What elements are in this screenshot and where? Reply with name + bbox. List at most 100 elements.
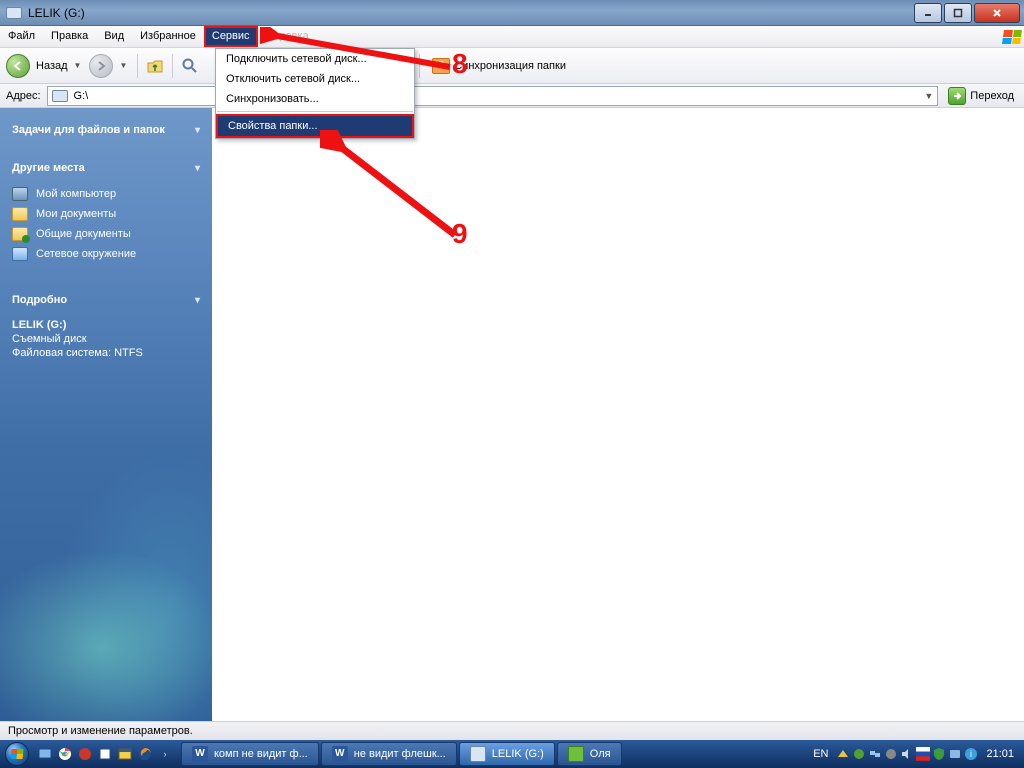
place-label: Сетевое окружение <box>36 248 136 260</box>
tray-volume-icon[interactable] <box>900 747 914 761</box>
address-label: Адрес: <box>6 90 41 102</box>
tray-network-icon[interactable] <box>868 747 882 761</box>
address-value: G:\ <box>74 90 89 102</box>
network-icon <box>12 247 28 261</box>
menu-file[interactable]: Файл <box>0 26 43 47</box>
word-icon: W <box>192 746 208 762</box>
details-header-label: Подробно <box>12 294 67 306</box>
quicklaunch-app-icon[interactable] <box>96 745 114 763</box>
menu-edit[interactable]: Правка <box>43 26 96 47</box>
language-indicator[interactable]: EN <box>807 748 834 760</box>
task-item-label: LELIK (G:) <box>492 748 544 760</box>
taskbar: › W комп не видит ф... W не видит флешк.… <box>0 740 1024 768</box>
toolbar-divider <box>419 54 420 78</box>
go-arrow-icon <box>948 87 966 105</box>
place-label: Мои документы <box>36 208 116 220</box>
quicklaunch-firefox-icon[interactable] <box>136 745 154 763</box>
task-item-label: Оля <box>590 748 611 760</box>
sync-label: Синхронизация папки <box>454 60 566 72</box>
back-dropdown-chevron-icon[interactable]: ▼ <box>74 61 84 70</box>
address-field[interactable]: G:\ ▼ <box>47 86 939 106</box>
sync-folder-button[interactable]: S Синхронизация папки <box>428 56 570 76</box>
tray-info-icon[interactable]: i <box>964 747 978 761</box>
drive-icon <box>52 90 68 102</box>
collapse-chevron-icon: ▾ <box>195 125 200 136</box>
quicklaunch-chrome-icon[interactable] <box>56 745 74 763</box>
tasks-section-header[interactable]: Задачи для файлов и папок ▾ <box>12 118 200 142</box>
start-button[interactable] <box>0 740 34 768</box>
quicklaunch-desktop-icon[interactable] <box>36 745 54 763</box>
dd-disconnect-network-drive[interactable]: Отключить сетевой диск... <box>216 69 414 89</box>
nav-back-label: Назад <box>36 60 68 72</box>
dd-map-network-drive[interactable]: Подключить сетевой диск... <box>216 49 414 69</box>
collapse-chevron-icon: ▾ <box>195 163 200 174</box>
go-label: Переход <box>970 90 1014 102</box>
place-shared-documents[interactable]: Общие документы <box>12 224 200 244</box>
task-item-word[interactable]: W не видит флешк... <box>321 742 457 766</box>
search-icon[interactable] <box>181 57 199 75</box>
places-list: Мой компьютер Мои документы Общие докуме… <box>12 180 200 274</box>
nav-forward-button[interactable] <box>89 54 113 78</box>
window-controls <box>912 3 1020 23</box>
menu-tools[interactable]: Сервис <box>204 26 258 47</box>
menu-bar: Файл Правка Вид Избранное Сервис Справка <box>0 26 1024 48</box>
task-item-chat[interactable]: Оля <box>557 742 622 766</box>
status-text: Просмотр и изменение параметров. <box>8 725 193 737</box>
menu-help[interactable]: Справка <box>258 26 317 47</box>
place-network[interactable]: Сетевое окружение <box>12 244 200 264</box>
details-panel: LELIK (G:) Съемный диск Файловая система… <box>12 312 200 360</box>
tray-usb-icon[interactable] <box>852 747 866 761</box>
place-label: Общие документы <box>36 228 131 240</box>
task-item-label: комп не видит ф... <box>214 748 308 760</box>
maximize-button[interactable] <box>944 3 972 23</box>
tasks-header-label: Задачи для файлов и папок <box>12 124 165 136</box>
toolbar-divider <box>172 54 173 78</box>
task-item-label: не видит флешк... <box>354 748 446 760</box>
quicklaunch-totalcmd-icon[interactable] <box>116 745 134 763</box>
task-item-word[interactable]: W комп не видит ф... <box>181 742 319 766</box>
quicklaunch-more-icon[interactable]: › <box>156 745 174 763</box>
windows-logo-icon <box>1000 26 1024 47</box>
place-label: Мой компьютер <box>36 188 116 200</box>
word-icon: W <box>332 746 348 762</box>
system-tray: EN i 21:01 <box>801 747 1024 761</box>
dd-synchronize[interactable]: Синхронизовать... <box>216 89 414 109</box>
content-area <box>212 108 1024 721</box>
nav-back-button[interactable] <box>6 54 30 78</box>
shared-folder-icon <box>12 227 28 241</box>
sync-icon: S <box>432 58 450 74</box>
tray-icon[interactable] <box>948 747 962 761</box>
sidebar: Задачи для файлов и папок ▾ Другие места… <box>0 108 212 721</box>
start-orb-icon <box>5 742 29 766</box>
go-button[interactable]: Переход <box>944 85 1018 107</box>
status-bar: Просмотр и изменение параметров. <box>0 721 1024 740</box>
details-section-header[interactable]: Подробно ▾ <box>12 288 200 312</box>
svg-text:i: i <box>970 749 972 759</box>
up-folder-icon[interactable] <box>146 57 164 75</box>
tray-clock[interactable]: 21:01 <box>980 748 1018 760</box>
task-item-explorer[interactable]: LELIK (G:) <box>459 742 555 766</box>
details-drive-name: LELIK (G:) <box>12 318 200 332</box>
place-my-documents[interactable]: Мои документы <box>12 204 200 224</box>
drive-icon <box>470 746 486 762</box>
dropdown-separator <box>217 111 413 112</box>
collapse-chevron-icon: ▾ <box>195 295 200 306</box>
tray-flag-icon[interactable] <box>916 747 930 761</box>
quicklaunch-app-icon[interactable] <box>76 745 94 763</box>
forward-dropdown-chevron-icon[interactable]: ▼ <box>119 61 129 70</box>
dd-folder-options[interactable]: Свойства папки... <box>218 116 412 136</box>
close-button[interactable] <box>974 3 1020 23</box>
address-dropdown-chevron-icon[interactable]: ▼ <box>924 91 933 101</box>
toolbar-divider <box>137 54 138 78</box>
places-section-header[interactable]: Другие места ▾ <box>12 156 200 180</box>
menu-favorites[interactable]: Избранное <box>132 26 204 47</box>
tray-antivirus-icon[interactable] <box>932 747 946 761</box>
places-header-label: Другие места <box>12 162 85 174</box>
place-my-computer[interactable]: Мой компьютер <box>12 184 200 204</box>
tray-icon[interactable] <box>836 747 850 761</box>
minimize-button[interactable] <box>914 3 942 23</box>
tools-dropdown-menu: Подключить сетевой диск... Отключить сет… <box>215 48 415 139</box>
menu-view[interactable]: Вид <box>96 26 132 47</box>
qip-icon <box>568 746 584 762</box>
tray-icon[interactable] <box>884 747 898 761</box>
